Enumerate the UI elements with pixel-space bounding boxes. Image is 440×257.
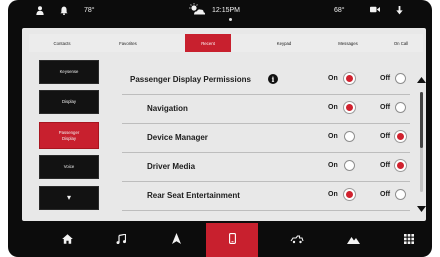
status-bar: 78° 12:15PM 68°	[8, 0, 432, 26]
side-item-label: Keysense	[59, 69, 79, 74]
off-label: Off	[380, 191, 391, 198]
off-label: Off	[380, 75, 391, 82]
nav-vehicle[interactable]	[284, 223, 310, 257]
tab-keypad[interactable]: Keypad	[251, 34, 317, 52]
tab-label: Keypad	[276, 40, 292, 46]
side-item-label: Display	[61, 135, 77, 141]
bottom-navigation	[8, 223, 432, 257]
phone-tabs: Contacts Favorites Recent Keypad Message…	[29, 34, 423, 52]
scroll-down-icon[interactable]	[417, 199, 426, 217]
tab-label: Contacts	[53, 40, 71, 46]
radio-off[interactable]	[395, 160, 406, 171]
info-icon[interactable]: i	[268, 74, 278, 84]
radio-on[interactable]	[344, 189, 355, 200]
nav-home[interactable]	[54, 223, 80, 257]
setting-row-passenger-display-permissions: Passenger Display Permissions i On Off	[120, 66, 410, 95]
nav-phone[interactable]	[206, 223, 258, 257]
side-more-button[interactable]: ▾	[39, 186, 99, 210]
radio-off[interactable]	[395, 73, 406, 84]
nav-grid[interactable]	[396, 223, 422, 257]
navigation-icon	[171, 231, 181, 249]
scroll-up-icon[interactable]	[417, 70, 426, 88]
home-icon	[61, 231, 73, 249]
page-indicator-dot	[229, 18, 232, 21]
scrollbar-thumb[interactable]	[420, 92, 423, 148]
side-item-voice[interactable]: Voice	[39, 155, 99, 179]
on-label: On	[328, 191, 338, 198]
radio-off[interactable]	[395, 189, 406, 200]
off-label: Off	[380, 162, 391, 169]
on-label: On	[328, 133, 338, 140]
side-item-label: Display	[61, 99, 77, 104]
tab-messages[interactable]: Messages	[317, 34, 379, 52]
nav-media[interactable]	[108, 223, 134, 257]
tab-favorites[interactable]: Favorites	[95, 34, 161, 52]
side-item-label: Voice	[63, 164, 75, 169]
nav-apps[interactable]	[340, 223, 366, 257]
row-divider	[122, 210, 410, 211]
tab-label: Messages	[338, 40, 358, 46]
tab-on-call[interactable]: On Call	[379, 34, 423, 52]
chevron-down-icon: ▾	[66, 193, 71, 202]
setting-label: Rear Seat Entertainment	[147, 191, 240, 200]
off-label: Off	[380, 104, 391, 111]
off-label: Off	[380, 133, 391, 140]
side-item-keysense[interactable]: Keysense	[39, 60, 99, 84]
setting-row-driver-media: Driver Media On Off	[120, 153, 410, 182]
clock-time: 12:15PM	[212, 7, 241, 14]
radio-on[interactable]	[344, 102, 355, 113]
setting-row-rear-seat-entertainment: Rear Seat Entertainment On Off	[120, 182, 410, 211]
on-label: On	[328, 162, 338, 169]
radio-off[interactable]	[395, 102, 406, 113]
setting-label: Passenger Display Permissions	[130, 75, 251, 84]
tab-label: Recent	[201, 40, 215, 46]
tab-recent[interactable]: Recent	[185, 34, 231, 52]
on-label: On	[328, 75, 338, 82]
tab-contacts[interactable]: Contacts	[29, 34, 95, 52]
setting-label: Driver Media	[147, 162, 196, 171]
on-label: On	[328, 104, 338, 111]
cabin-temperature: 68°	[334, 7, 345, 14]
camera-icon[interactable]	[370, 6, 380, 13]
notification-bell-icon[interactable]	[60, 6, 68, 15]
download-icon[interactable]	[396, 6, 403, 15]
tab-label: On Call	[393, 40, 409, 46]
user-profile-icon[interactable]	[36, 6, 44, 15]
nav-navigation[interactable]	[163, 223, 189, 257]
infotainment-screen: 78° 12:15PM 68° Contacts Favorites Recen…	[8, 0, 432, 257]
setting-row-navigation: Navigation On Off	[120, 95, 410, 124]
settings-panel: Contacts Favorites Recent Keypad Message…	[22, 28, 426, 221]
setting-row-device-manager: Device Manager On Off	[120, 124, 410, 153]
setting-label: Navigation	[147, 104, 188, 113]
weather-partly-sunny-icon	[188, 3, 206, 17]
radio-on[interactable]	[344, 73, 355, 84]
apps-icon	[346, 231, 360, 249]
side-item-display[interactable]: Display	[39, 90, 99, 114]
music-icon	[116, 231, 127, 249]
radio-off[interactable]	[395, 131, 406, 142]
radio-on[interactable]	[344, 160, 355, 171]
radio-on[interactable]	[344, 131, 355, 142]
outside-temperature: 78°	[84, 7, 95, 14]
side-item-passenger-display[interactable]: Passenger Display	[39, 122, 99, 149]
tab-label: Favorites	[119, 40, 137, 46]
setting-label: Device Manager	[147, 133, 208, 142]
vehicle-icon	[290, 231, 304, 249]
phone-icon	[228, 231, 236, 249]
scrollbar-track[interactable]	[420, 92, 423, 192]
grid-icon	[404, 231, 414, 249]
